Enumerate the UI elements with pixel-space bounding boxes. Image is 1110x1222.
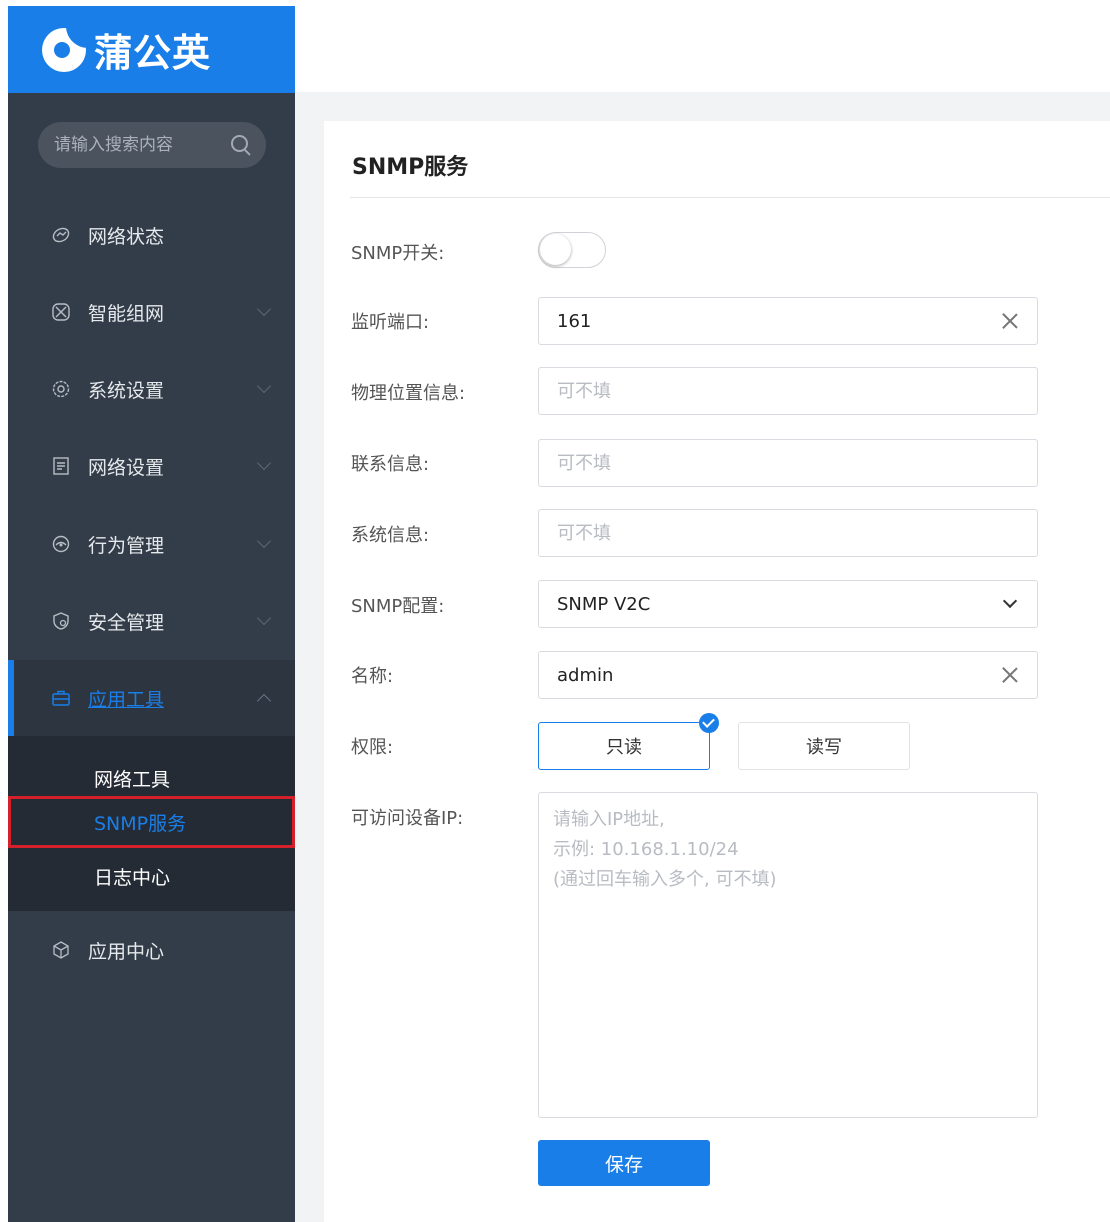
toggle-knob	[540, 234, 571, 265]
close-icon[interactable]	[1001, 312, 1019, 330]
chevron-down-icon	[256, 378, 272, 394]
sidebar-item-app-center[interactable]: 应用中心	[8, 912, 295, 988]
sidebar-item-label: 行为管理	[88, 534, 165, 557]
chevron-down-icon	[256, 533, 272, 549]
brand-name: 蒲公英	[94, 31, 212, 75]
chevron-up-icon	[256, 693, 272, 709]
page: 蒲公英 网络状态 智能组网 系统设置	[0, 0, 1110, 1222]
submenu-item-label: SNMP服务	[94, 812, 187, 835]
contact-label: 联系信息:	[351, 454, 430, 475]
sidebar-item-behavior-management[interactable]: 行为管理	[8, 506, 295, 582]
network-status-icon	[50, 224, 72, 246]
sidebar: 蒲公英 网络状态 智能组网 系统设置	[8, 6, 295, 1222]
name-input[interactable]	[557, 664, 1001, 686]
contact-field	[538, 439, 1038, 487]
sidebar-item-security-management[interactable]: 安全管理	[8, 583, 295, 659]
cube-icon	[50, 939, 72, 961]
port-input[interactable]	[557, 310, 1001, 332]
toolbox-icon	[50, 687, 72, 709]
submenu-item-snmp-service[interactable]: SNMP服务	[8, 796, 295, 848]
placeholder-line: 示例: 10.168.1.10/24	[553, 839, 739, 860]
name-field	[538, 651, 1038, 699]
permission-readwrite-button[interactable]: 读写	[738, 722, 910, 770]
sidebar-item-label: 应用工具	[88, 688, 165, 711]
chevron-down-icon	[1002, 593, 1018, 609]
submenu-item-log-center[interactable]: 日志中心	[8, 850, 295, 902]
behavior-icon	[50, 533, 72, 555]
security-icon	[50, 610, 72, 632]
sysinfo-label: 系统信息:	[351, 525, 430, 546]
submenu-item-label: 网络工具	[94, 768, 171, 791]
location-input[interactable]	[557, 380, 1019, 402]
smart-networking-icon	[50, 301, 72, 323]
port-label: 监听端口:	[351, 312, 430, 333]
sidebar-item-label: 网络状态	[88, 225, 165, 248]
chevron-down-icon	[256, 301, 272, 317]
snmp-switch-label: SNMP开关:	[351, 243, 445, 264]
snmp-config-value: SNMP V2C	[557, 593, 651, 615]
top-bar	[295, 0, 1110, 92]
sidebar-item-label: 系统设置	[88, 379, 165, 402]
sidebar-item-label: 安全管理	[88, 611, 165, 634]
sidebar-item-label: 网络设置	[88, 456, 165, 479]
logo-bar[interactable]: 蒲公英	[8, 6, 295, 93]
snmp-config-select[interactable]: SNMP V2C	[538, 580, 1038, 628]
sidebar-item-smart-networking[interactable]: 智能组网	[8, 274, 295, 350]
permission-option-label: 读写	[806, 737, 842, 758]
sidebar-item-network-settings[interactable]: 网络设置	[8, 428, 295, 504]
sidebar-search	[38, 122, 266, 168]
sidebar-item-network-status[interactable]: 网络状态	[8, 197, 295, 273]
close-icon[interactable]	[1001, 666, 1019, 684]
sysinfo-input[interactable]	[557, 522, 1019, 544]
placeholder-line: (通过回车输入多个, 可不填)	[553, 869, 777, 890]
permission-readonly-button[interactable]: 只读	[538, 713, 719, 770]
sidebar-item-app-tools[interactable]: 应用工具	[8, 660, 295, 736]
sysinfo-field	[538, 509, 1038, 557]
save-button[interactable]: 保存	[538, 1140, 710, 1186]
location-field	[538, 367, 1038, 415]
placeholder-line: 请输入IP地址,	[553, 809, 665, 830]
check-icon	[699, 713, 719, 733]
port-field	[538, 297, 1038, 345]
divider	[350, 197, 1110, 198]
network-settings-icon	[50, 455, 72, 477]
chevron-down-icon	[256, 455, 272, 471]
snmp-config-label: SNMP配置:	[351, 596, 445, 617]
chevron-down-icon	[256, 610, 272, 626]
app-tools-submenu: 网络工具 SNMP服务 日志中心	[8, 736, 295, 911]
settings-icon	[50, 378, 72, 400]
sidebar-item-label: 智能组网	[88, 302, 165, 325]
sidebar-item-label: 应用中心	[88, 940, 165, 963]
snmp-switch-toggle[interactable]	[538, 232, 606, 268]
contact-input[interactable]	[557, 452, 1019, 474]
search-icon[interactable]	[230, 134, 252, 156]
dandelion-logo-icon	[42, 25, 88, 72]
location-label: 物理位置信息:	[351, 383, 466, 404]
page-title: SNMP服务	[352, 155, 469, 180]
permission-option-label: 只读	[606, 737, 642, 758]
permission-label: 权限:	[351, 737, 394, 758]
sidebar-item-system-settings[interactable]: 系统设置	[8, 351, 295, 427]
snmp-panel: SNMP服务 SNMP开关: 监听端口: 物理位置信息: 联系信息: 系统信息:…	[324, 121, 1110, 1222]
access-ip-textarea[interactable]: 请输入IP地址, 示例: 10.168.1.10/24 (通过回车输入多个, 可…	[538, 792, 1038, 1118]
submenu-item-label: 日志中心	[94, 866, 171, 889]
name-label: 名称:	[351, 666, 394, 687]
search-input[interactable]	[54, 135, 230, 155]
access-ip-label: 可访问设备IP:	[351, 808, 464, 829]
